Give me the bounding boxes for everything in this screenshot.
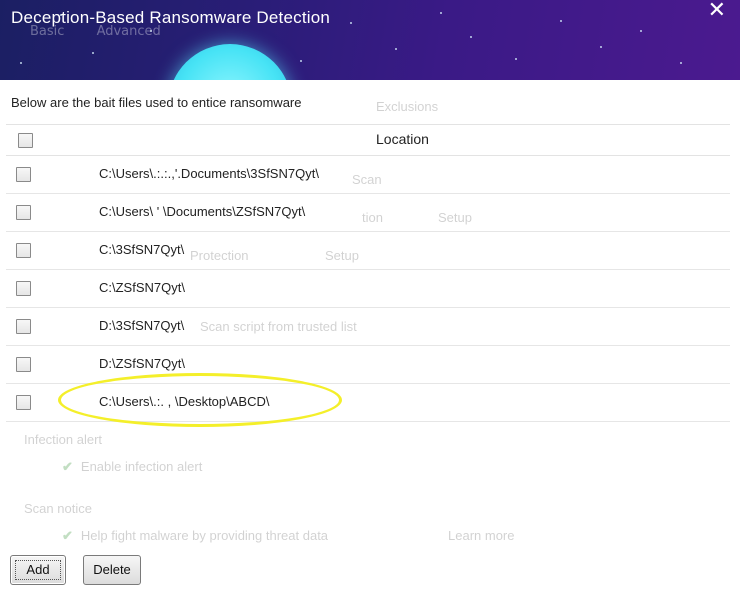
table-row[interactable]: D:\3SfSN7Qyt\ (6, 308, 730, 346)
file-path: D:\ZSfSN7Qyt\ (99, 356, 185, 371)
location-column-header: Location (376, 131, 429, 147)
delete-button-label: Delete (93, 562, 131, 577)
select-all-checkbox[interactable] (18, 133, 33, 148)
table-row[interactable]: C:\3SfSN7Qyt\ (6, 232, 730, 270)
close-icon[interactable]: ✕ (708, 0, 726, 23)
delete-button[interactable]: Delete (83, 555, 141, 585)
row-checkbox[interactable] (16, 243, 31, 258)
table-row[interactable]: C:\ZSfSN7Qyt\ (6, 270, 730, 308)
row-checkbox[interactable] (16, 319, 31, 334)
add-button[interactable]: Add (10, 555, 66, 585)
table-row[interactable]: C:\Users\ ' \Documents\ZSfSN7Qyt\ (6, 194, 730, 232)
title-bar: Basic Advanced Deception-Based Ransomwar… (0, 0, 740, 80)
file-path: C:\3SfSN7Qyt\ (99, 242, 185, 257)
background-ghost-text: Exclusions (376, 99, 439, 114)
moon-graphic (168, 44, 292, 80)
background-ghost-text: ✔ Enable infection alert (62, 459, 203, 474)
background-ghost-text: ✔ Help fight malware by providing threat … (62, 528, 329, 543)
file-path: C:\Users\ ' \Documents\ZSfSN7Qyt\ (99, 204, 306, 219)
row-checkbox[interactable] (16, 357, 31, 372)
table-row[interactable]: C:\Users\.:.:.,'.Documents\3SfSN7Qyt\ (6, 156, 730, 194)
row-checkbox[interactable] (16, 395, 31, 410)
focus-ring (15, 560, 61, 580)
file-path: C:\Users\.:.:.,'.Documents\3SfSN7Qyt\ (99, 166, 319, 181)
dialog-description: Below are the bait files used to entice … (11, 95, 302, 110)
file-path: C:\ZSfSN7Qyt\ (99, 280, 185, 295)
background-ghost-text: Infection alert (24, 432, 103, 447)
row-checkbox[interactable] (16, 205, 31, 220)
row-checkbox[interactable] (16, 167, 31, 182)
highlight-ellipse (58, 373, 342, 427)
background-ghost-text: Scan notice (24, 501, 92, 516)
background-ghost-text: Learn more (448, 528, 515, 543)
row-checkbox[interactable] (16, 281, 31, 296)
window-title: Deception-Based Ransomware Detection (11, 8, 331, 27)
file-path: D:\3SfSN7Qyt\ (99, 318, 185, 333)
table-header: Location (6, 124, 730, 156)
